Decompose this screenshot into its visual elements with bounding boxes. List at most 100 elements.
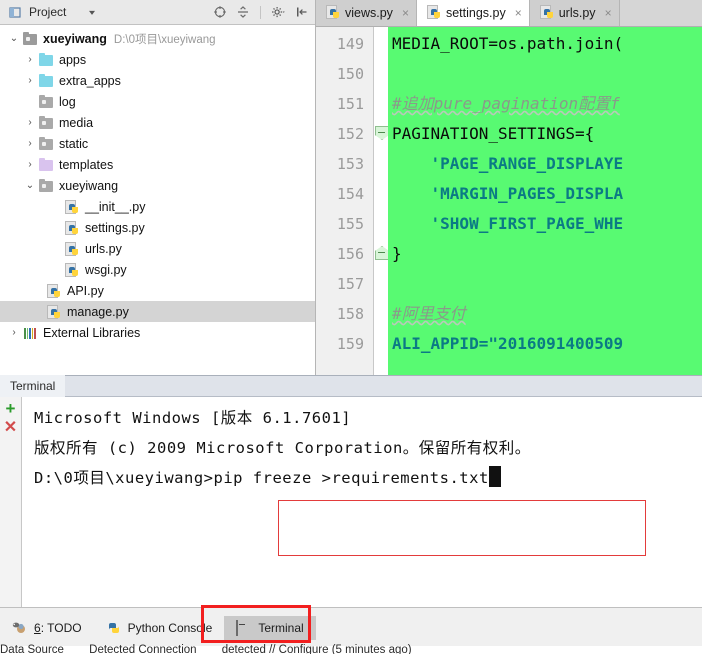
tree-item-api-py[interactable]: ›API.py — [0, 280, 315, 301]
code-line[interactable] — [388, 269, 702, 299]
terminal-command: pip freeze >requirements.txt — [213, 469, 489, 487]
tree-item-label: xueyiwang — [43, 31, 107, 46]
code-line[interactable]: PAGINATION_SETTINGS={ — [388, 119, 702, 149]
line-number: 150 — [336, 65, 364, 83]
code-line[interactable]: 'MARGIN_PAGES_DISPLA — [388, 179, 702, 209]
tree-item-label: templates — [59, 157, 114, 172]
project-tree[interactable]: ⌄ xueyiwang D:\0项目\xueyiwang › apps › extra_ap… — [0, 25, 315, 343]
close-icon[interactable]: × — [515, 6, 522, 20]
pycharm-window: Project ▾ ⌄ xueyiwang D:\0项目\xueyiwang ›… — [0, 0, 702, 654]
tree-item-label: log — [59, 94, 76, 109]
code-fold-marker[interactable] — [374, 239, 389, 269]
close-icon[interactable]: × — [402, 6, 409, 20]
tree-item-label: apps — [59, 52, 87, 67]
tree-item-urls-py[interactable]: ›urls.py — [0, 238, 315, 259]
code-folding-column[interactable] — [374, 27, 389, 375]
close-icon[interactable]: × — [605, 6, 612, 20]
project-header-left[interactable]: Project ▾ — [0, 5, 212, 20]
editor-area: views.py × settings.py × urls.py × 149 150 151 1… — [316, 0, 702, 375]
tree-item-external-libraries[interactable]: › External Libraries — [0, 322, 315, 343]
folder-gray-icon — [38, 178, 55, 193]
line-number: 157 — [336, 275, 364, 293]
line-number: 159 — [336, 335, 364, 353]
terminal-header: Terminal — [0, 375, 702, 397]
terminal-session-tab[interactable]: Terminal — [0, 375, 66, 397]
tree-item-xueyiwang[interactable]: ⌄ xueyiwang — [0, 175, 315, 196]
tool-window-button-6--todo[interactable]: 6: TODO — [0, 616, 94, 640]
tree-item-xueyiwang[interactable]: ⌄ xueyiwang D:\0项目\xueyiwang — [0, 28, 315, 49]
tree-item-media[interactable]: › media — [0, 112, 315, 133]
folder-dark-icon — [22, 31, 39, 46]
code-line[interactable]: #追加pure_pagination配置f — [388, 89, 702, 119]
tool-window-button-terminal[interactable]: Terminal — [224, 616, 316, 640]
new-session-icon[interactable]: + — [6, 400, 16, 417]
editor-tab-views-py[interactable]: views.py × — [316, 0, 417, 26]
gear-icon[interactable] — [271, 5, 286, 20]
tree-item-label: settings.py — [85, 220, 145, 235]
terminal-command-line[interactable]: D:\0项目\xueyiwang>pip freeze >requirement… — [34, 463, 702, 493]
project-toolbar — [212, 5, 315, 20]
chevron-right-icon[interactable]: › — [22, 117, 38, 128]
chevron-down-icon[interactable]: ⌄ — [6, 33, 22, 44]
line-number: 149 — [336, 35, 364, 53]
code-area[interactable]: 149 150 151 152 153 154 155 156 157 158 159 MEDIA_… — [316, 27, 702, 375]
code-line[interactable]: 'PAGE_RANGE_DISPLAYE — [388, 149, 702, 179]
project-title: Project — [29, 5, 67, 19]
chevron-right-icon[interactable]: › — [22, 159, 38, 170]
terminal-line: 版权所有 (c) 2009 Microsoft Corporation。保留所有… — [34, 439, 531, 457]
python-file-icon — [64, 220, 81, 235]
collapse-all-icon[interactable] — [235, 5, 250, 20]
chevron-right-icon[interactable]: › — [22, 54, 38, 65]
toolbar-divider — [260, 5, 261, 19]
terminal-cursor — [488, 466, 501, 487]
code-line[interactable]: ALI_APPID="2016091400509 — [388, 329, 702, 359]
tree-item-wsgi-py[interactable]: ›wsgi.py — [0, 259, 315, 280]
locate-icon[interactable] — [212, 5, 227, 20]
tree-item-manage-py[interactable]: ›manage.py — [0, 301, 315, 322]
code-lines[interactable]: MEDIA_ROOT=os.path.join( #追加pure_paginat… — [388, 27, 702, 375]
terminal-output[interactable]: Microsoft Windows [版本 6.1.7601] 版权所有 (c)… — [22, 397, 702, 607]
terminal-line: Microsoft Windows [版本 6.1.7601] — [34, 409, 352, 427]
chevron-down-icon[interactable]: ▾ — [89, 8, 95, 17]
python-file-icon — [539, 5, 554, 20]
tree-item-static[interactable]: › static — [0, 133, 315, 154]
line-number: 156 — [336, 245, 364, 263]
tool-window-bar[interactable]: 6: TODO Python Console Terminal — [0, 616, 316, 640]
line-number-gutter: 149 150 151 152 153 154 155 156 157 158 159 — [316, 27, 374, 375]
code-line[interactable]: MEDIA_ROOT=os.path.join( — [388, 29, 702, 59]
tree-item-label: xueyiwang — [59, 178, 119, 193]
tree-item-extra-apps[interactable]: › extra_apps — [0, 70, 315, 91]
tree-item-settings-py[interactable]: ›settings.py — [0, 217, 315, 238]
tool-window-button-python-console[interactable]: Python Console — [94, 616, 225, 640]
code-line[interactable]: #阿里支付 — [388, 299, 702, 329]
python-file-icon — [64, 241, 81, 256]
tree-item-templates[interactable]: › templates — [0, 154, 315, 175]
code-line[interactable]: } — [388, 239, 702, 269]
chevron-right-icon[interactable]: › — [22, 138, 38, 149]
editor-tab-settings-py[interactable]: settings.py × — [416, 0, 530, 26]
code-line[interactable] — [388, 59, 702, 89]
code-line[interactable]: 'SHOW_FIRST_PAGE_WHE — [388, 209, 702, 239]
close-session-icon[interactable]: ✕ — [4, 420, 17, 436]
chevron-right-icon[interactable]: › — [22, 75, 38, 86]
tree-item-log[interactable]: ›log — [0, 91, 315, 112]
line-number: 158 — [336, 305, 364, 323]
python-file-icon — [325, 5, 340, 20]
folder-purple-icon — [38, 157, 55, 172]
tree-item-label: urls.py — [85, 241, 122, 256]
tree-item---init---py[interactable]: ›__init__.py — [0, 196, 315, 217]
chevron-right-icon[interactable]: › — [6, 327, 22, 338]
editor-tab-bar[interactable]: views.py × settings.py × urls.py × — [316, 0, 702, 27]
terminal-side-toolbar: + ✕ — [0, 397, 22, 607]
python-file-icon — [46, 283, 63, 298]
line-number: 154 — [336, 185, 364, 203]
code-fold-marker[interactable] — [374, 119, 389, 149]
editor-tab-urls-py[interactable]: urls.py × — [529, 0, 620, 26]
hide-panel-icon[interactable] — [294, 5, 309, 20]
chevron-down-icon[interactable]: ⌄ — [22, 180, 38, 191]
tree-item-apps[interactable]: › apps — [0, 49, 315, 70]
tree-item-path: D:\0项目\xueyiwang — [113, 33, 216, 46]
